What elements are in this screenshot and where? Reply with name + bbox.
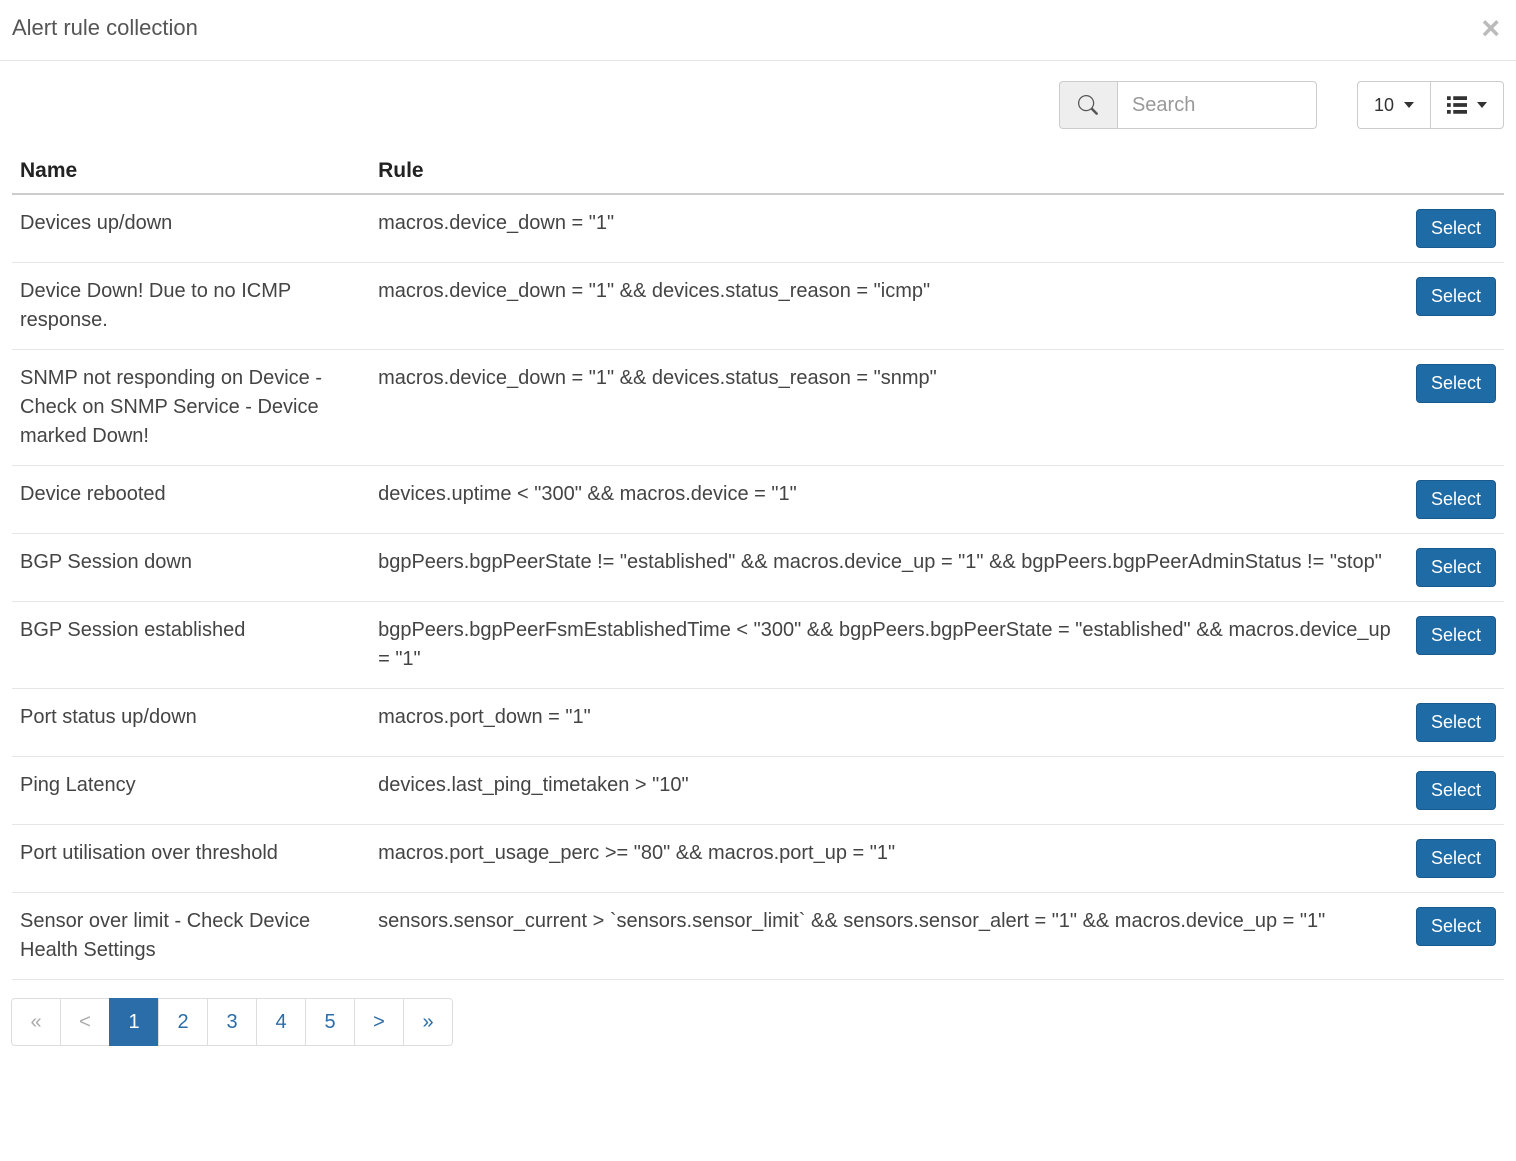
rule-expression: macros.port_usage_perc >= "80" && macros… <box>370 825 1408 893</box>
rule-name: SNMP not responding on Device - Check on… <box>12 350 370 466</box>
rule-action: Select <box>1408 350 1504 466</box>
rule-action: Select <box>1408 194 1504 263</box>
table-row: Port utilisation over thresholdmacros.po… <box>12 825 1504 893</box>
toolbar: 10 <box>12 81 1504 129</box>
list-icon <box>1447 95 1467 115</box>
table-row: BGP Session downbgpPeers.bgpPeerState !=… <box>12 534 1504 602</box>
select-button[interactable]: Select <box>1416 548 1496 587</box>
page-size-value: 10 <box>1374 95 1394 116</box>
select-button[interactable]: Select <box>1416 209 1496 248</box>
table-row: Device rebooteddevices.uptime < "300" &&… <box>12 466 1504 534</box>
table-row: Ping Latencydevices.last_ping_timetaken … <box>12 757 1504 825</box>
page-prev: < <box>60 998 110 1046</box>
rule-expression: macros.port_down = "1" <box>370 689 1408 757</box>
rule-action: Select <box>1408 534 1504 602</box>
rule-name: Devices up/down <box>12 194 370 263</box>
search-group <box>1059 81 1317 129</box>
page-first: « <box>11 998 61 1046</box>
rule-action: Select <box>1408 689 1504 757</box>
rule-expression: macros.device_down = "1" && devices.stat… <box>370 350 1408 466</box>
table-row: Devices up/downmacros.device_down = "1"S… <box>12 194 1504 263</box>
search-input[interactable] <box>1117 81 1317 129</box>
select-button[interactable]: Select <box>1416 277 1496 316</box>
table-row: BGP Session establishedbgpPeers.bgpPeerF… <box>12 602 1504 689</box>
rule-expression: bgpPeers.bgpPeerFsmEstablishedTime < "30… <box>370 602 1408 689</box>
rule-expression: macros.device_down = "1" <box>370 194 1408 263</box>
modal-body: 10 Name Rule Devices up/downmacros.devic… <box>0 61 1516 1058</box>
col-header-rule[interactable]: Rule <box>370 149 1408 194</box>
rule-name: BGP Session established <box>12 602 370 689</box>
rule-action: Select <box>1408 893 1504 980</box>
rule-action: Select <box>1408 466 1504 534</box>
rule-expression: macros.device_down = "1" && devices.stat… <box>370 263 1408 350</box>
page-size-dropdown[interactable]: 10 <box>1357 81 1430 129</box>
rule-action: Select <box>1408 263 1504 350</box>
pagination: «<12345>» <box>12 998 1504 1046</box>
rule-action: Select <box>1408 757 1504 825</box>
columns-dropdown[interactable] <box>1430 81 1504 129</box>
select-button[interactable]: Select <box>1416 907 1496 946</box>
select-button[interactable]: Select <box>1416 480 1496 519</box>
page-number[interactable]: 4 <box>256 998 306 1046</box>
table-row: Port status up/downmacros.port_down = "1… <box>12 689 1504 757</box>
rule-name: Ping Latency <box>12 757 370 825</box>
rule-expression: sensors.sensor_current > `sensors.sensor… <box>370 893 1408 980</box>
rule-action: Select <box>1408 825 1504 893</box>
rule-action: Select <box>1408 602 1504 689</box>
select-button[interactable]: Select <box>1416 364 1496 403</box>
rule-name: Device Down! Due to no ICMP response. <box>12 263 370 350</box>
select-button[interactable]: Select <box>1416 616 1496 655</box>
select-button[interactable]: Select <box>1416 703 1496 742</box>
table-row: Sensor over limit - Check Device Health … <box>12 893 1504 980</box>
select-button[interactable]: Select <box>1416 839 1496 878</box>
page-next[interactable]: > <box>354 998 404 1046</box>
modal-title: Alert rule collection <box>12 15 198 41</box>
select-button[interactable]: Select <box>1416 771 1496 810</box>
table-row: SNMP not responding on Device - Check on… <box>12 350 1504 466</box>
page-last[interactable]: » <box>403 998 453 1046</box>
rule-expression: bgpPeers.bgpPeerState != "established" &… <box>370 534 1408 602</box>
rule-name: Port status up/down <box>12 689 370 757</box>
table-row: Device Down! Due to no ICMP response.mac… <box>12 263 1504 350</box>
chevron-down-icon <box>1404 102 1414 108</box>
rule-name: BGP Session down <box>12 534 370 602</box>
page-number[interactable]: 2 <box>158 998 208 1046</box>
chevron-down-icon <box>1477 102 1487 108</box>
search-icon <box>1059 81 1117 129</box>
close-icon[interactable]: × <box>1477 12 1504 44</box>
rule-name: Sensor over limit - Check Device Health … <box>12 893 370 980</box>
page-number[interactable]: 5 <box>305 998 355 1046</box>
rule-expression: devices.uptime < "300" && macros.device … <box>370 466 1408 534</box>
rule-name: Device rebooted <box>12 466 370 534</box>
page-number[interactable]: 1 <box>109 998 159 1046</box>
col-header-action <box>1408 149 1504 194</box>
rules-table: Name Rule Devices up/downmacros.device_d… <box>12 149 1504 980</box>
rule-name: Port utilisation over threshold <box>12 825 370 893</box>
view-controls: 10 <box>1357 81 1504 129</box>
rule-expression: devices.last_ping_timetaken > "10" <box>370 757 1408 825</box>
col-header-name[interactable]: Name <box>12 149 370 194</box>
modal-header: Alert rule collection × <box>0 0 1516 61</box>
page-number[interactable]: 3 <box>207 998 257 1046</box>
